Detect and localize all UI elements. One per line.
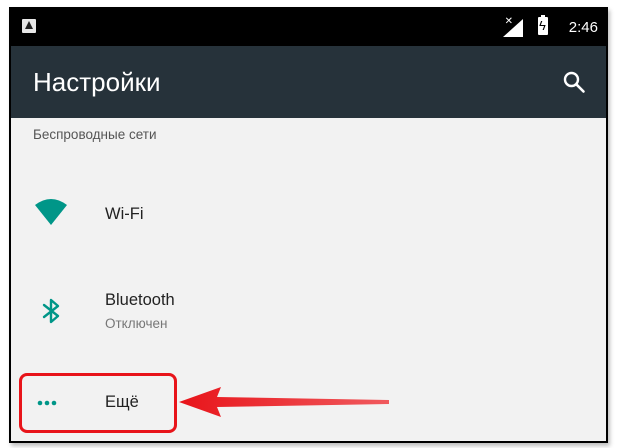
settings-item-title: Wi-Fi: [105, 205, 144, 223]
clock: 2:46: [568, 19, 598, 36]
settings-item-subtitle: Отключен: [105, 316, 168, 331]
signal-icon: [503, 19, 523, 37]
status-bar: ✕ ϟ 2:46: [11, 9, 606, 46]
settings-item-bluetooth[interactable]: Bluetooth Отключен: [11, 271, 606, 351]
settings-item-title: Bluetooth: [105, 291, 175, 309]
search-icon[interactable]: [562, 70, 586, 94]
annotation-arrow-icon: [179, 387, 389, 417]
screenshot-frame: ✕ ϟ 2:46 Настройки Беспроводные сети Wi-…: [9, 7, 608, 443]
bluetooth-icon: [42, 298, 60, 324]
section-header-wireless: Беспроводные сети: [33, 127, 157, 142]
app-notification-icon: [22, 19, 36, 33]
page-title: Настройки: [33, 67, 161, 97]
app-bar: Настройки: [11, 46, 606, 118]
battery-charging-icon: ϟ: [538, 15, 548, 35]
wifi-icon: [35, 199, 67, 225]
settings-item-wifi[interactable]: Wi-Fi: [11, 179, 606, 249]
annotation-highlight-box: [19, 373, 177, 433]
